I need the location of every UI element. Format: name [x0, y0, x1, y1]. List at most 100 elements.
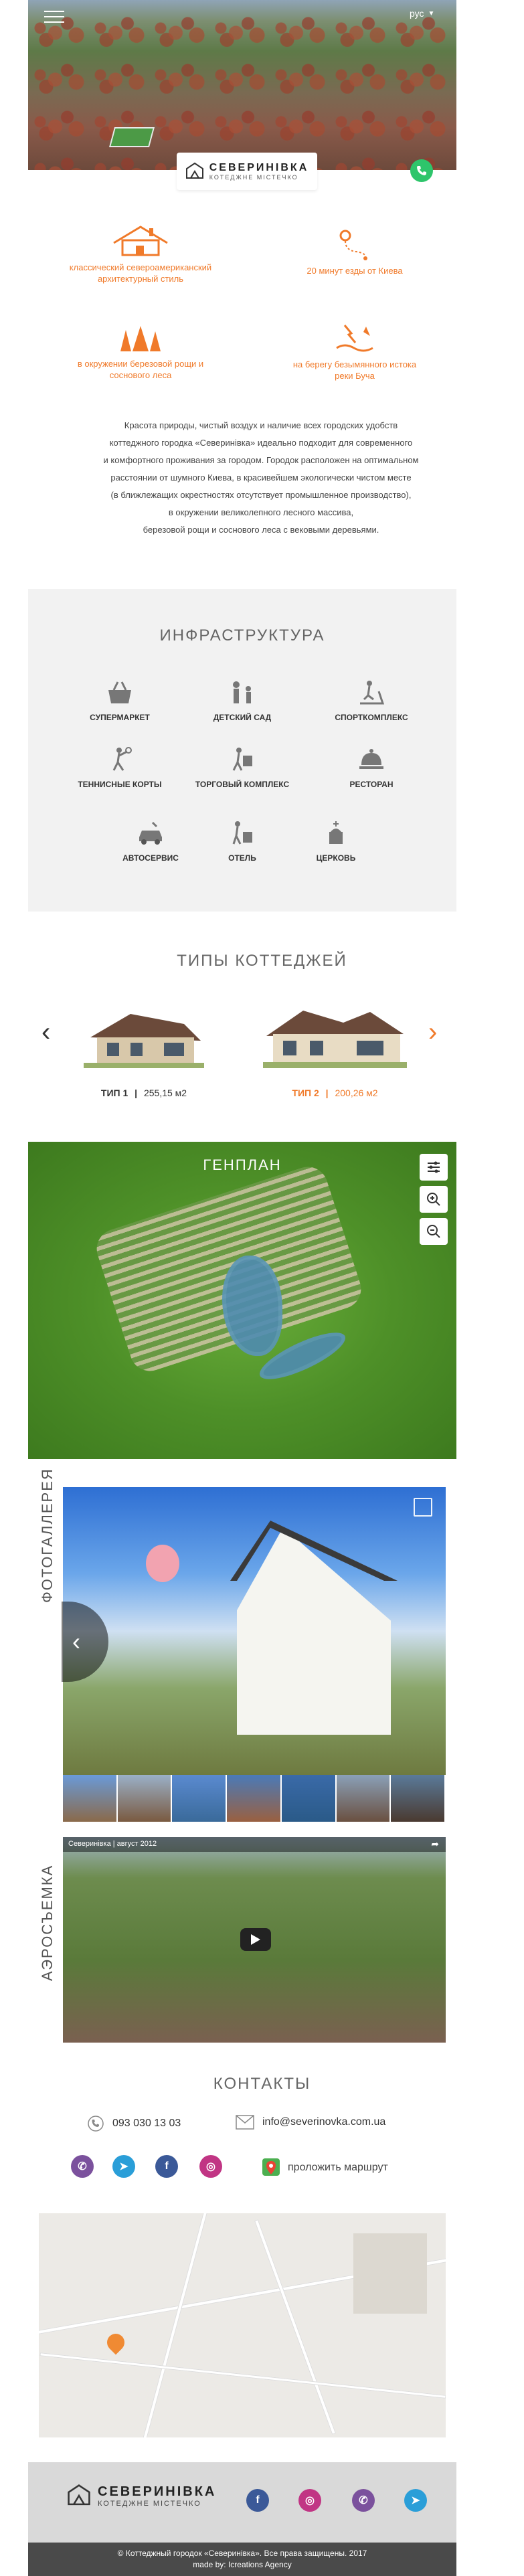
email-contact[interactable]: info@severinovka.com.ua [236, 2115, 385, 2130]
google-maps-icon [262, 2158, 280, 2176]
prev-arrow-icon[interactable]: ‹ [41, 1017, 50, 1047]
infra-item-restaurant: РЕСТОРАН [321, 746, 422, 789]
infra-item-church: ЦЕРКОВЬ [286, 820, 386, 863]
infra-label: РЕСТОРАН [349, 780, 394, 789]
kids-icon [233, 681, 251, 703]
logo-title: СЕВЕРИНІВКА [209, 162, 309, 173]
gallery-thumbnail[interactable] [117, 1775, 171, 1822]
site-logo[interactable]: СЕВЕРИНІВКА КОТЕДЖНЕ МІСТЕЧКО [177, 153, 317, 190]
route-icon [339, 230, 367, 260]
menu-icon[interactable] [44, 11, 64, 24]
car-service-icon [139, 821, 162, 845]
chevron-down-icon: ▼ [428, 9, 435, 17]
filter-button[interactable] [420, 1154, 448, 1181]
hero-sports-field [108, 127, 155, 147]
phone-number: 093 030 13 03 [112, 2118, 181, 2129]
map-road [254, 2219, 336, 2435]
map-road [39, 2352, 446, 2399]
gallery-thumbnails [63, 1775, 446, 1822]
footer-logo[interactable]: СЕВЕРИНІВКА КОТЕДЖНЕ МІСТЕЧКО [67, 2484, 216, 2508]
feature-distance: 20 минут езды от Киева [298, 228, 412, 276]
phone-icon [417, 166, 426, 175]
cottage-card-type2[interactable]: ТИП 2 | 200,26 м2 [263, 1004, 407, 1098]
sliders-icon [428, 1161, 440, 1173]
footer-bar: © Коттеджный городок «Северинівка». Все … [28, 2543, 456, 2576]
video-title: Северинівка | август 2012 [63, 1837, 446, 1852]
gallery-thumbnail[interactable] [63, 1775, 116, 1822]
gallery-thumbnail[interactable] [227, 1775, 280, 1822]
infra-item-sports: СПОРТКОМПЛЕКС [321, 679, 422, 722]
infra-label: ТЕННИСНЫЕ КОРТЫ [78, 780, 162, 789]
gallery-photo[interactable] [63, 1487, 446, 1775]
hero-village-roofs [28, 0, 456, 170]
map-road [139, 2213, 210, 2437]
made-by-text[interactable]: made by: Icreations Agency [28, 2559, 456, 2571]
map-city-area [353, 2233, 427, 2314]
feature-text: в окружении березовой рощи и соснового л… [77, 359, 204, 380]
about-line: коттеджного городка «Северинівка» идеаль… [109, 438, 413, 448]
treadmill-icon [360, 681, 385, 705]
hero-image [28, 0, 456, 170]
infra-item-kindergarten: ДЕТСКИЙ САД [192, 679, 292, 722]
gallery-thumbnail[interactable] [281, 1775, 335, 1822]
instagram-icon[interactable]: ◎ [298, 2489, 321, 2512]
instagram-icon[interactable]: ◎ [199, 2155, 222, 2178]
footer-logo-subtitle: КОТЕДЖНЕ МІСТЕЧКО [98, 2499, 201, 2508]
gallery-label: ФОТОГАЛЛЕРЕЯ [39, 1468, 56, 1603]
infrastructure-title: ИНФРАСТРУКТУРА [159, 626, 325, 645]
call-button[interactable] [410, 159, 433, 182]
genplan-map[interactable]: ГЕНПЛАН [28, 1142, 456, 1459]
mail-icon [236, 2115, 254, 2130]
gallery-thumbnail[interactable] [336, 1775, 390, 1822]
shopping-icon [232, 748, 252, 771]
share-icon[interactable]: ➦ [431, 1838, 439, 1850]
chevron-left-icon: ‹ [72, 1628, 80, 1655]
telegram-icon[interactable]: ➤ [404, 2489, 427, 2512]
language-label: рус [410, 8, 424, 19]
photo-balloon [146, 1545, 179, 1582]
infra-item-shopping: ТОРГОВЫЙ КОМПЛЕКС [192, 746, 292, 789]
language-select[interactable]: рус ▼ [410, 8, 434, 19]
telegram-icon[interactable]: ➤ [112, 2155, 135, 2178]
email-address: info@severinovka.com.ua [262, 2116, 386, 2128]
aerial-video[interactable]: Северинівка | август 2012 ➦ [63, 1837, 446, 2043]
viber-icon[interactable]: ✆ [352, 2489, 375, 2512]
aerial-label: АЭРОСЪЕМКА [39, 1864, 56, 1981]
infra-item-hotel: ОТЕЛЬ [192, 820, 292, 863]
feature-text: на берегу безымянного истока реки Буча [292, 359, 417, 381]
zoom-out-button[interactable] [420, 1218, 448, 1245]
location-map[interactable] [39, 2213, 446, 2437]
infra-label: ТОРГОВЫЙ КОМПЛЕКС [195, 780, 290, 789]
zoom-out-icon [427, 1225, 440, 1238]
gallery-thumbnail[interactable] [391, 1775, 445, 1822]
facebook-icon[interactable]: f [246, 2489, 269, 2512]
next-arrow-icon[interactable]: › [428, 1017, 437, 1047]
about-line: (в ближлежащих окрестностях отсутствует … [110, 490, 412, 500]
infra-item-tennis: ТЕННИСНЫЕ КОРТЫ [70, 746, 170, 789]
cottage-image [263, 1011, 407, 1068]
zoom-in-button[interactable] [420, 1186, 448, 1213]
infra-item-supermarket: СУПЕРМАРКЕТ [70, 679, 170, 722]
cottage-sep: | [325, 1088, 329, 1098]
about-line: березовой рощи и соснового леса с вековы… [143, 525, 379, 535]
about-line: Красота природы, чистый воздух и наличие… [124, 420, 398, 430]
facebook-icon[interactable]: f [155, 2155, 178, 2178]
viber-icon[interactable]: ✆ [71, 2155, 94, 2178]
cottage-image [84, 1014, 204, 1068]
about-line: и комфортного проживания за городом. Гор… [103, 455, 419, 465]
gallery-thumbnail[interactable] [172, 1775, 226, 1822]
route-label: проложить маршрут [288, 2162, 388, 2173]
church-icon [329, 821, 343, 844]
cottage-card-type1[interactable]: ТИП 1 | 255,15 м2 [84, 1004, 204, 1098]
zoom-in-icon [427, 1193, 440, 1206]
route-link[interactable]: проложить маршрут [262, 2158, 388, 2177]
footer-logo-title: СЕВЕРИНІВКА [98, 2484, 217, 2499]
logo-subtitle: КОТЕДЖНЕ МІСТЕЧКО [209, 174, 298, 181]
phone-contact[interactable]: 093 030 13 03 [87, 2115, 181, 2132]
house-icon [113, 226, 168, 256]
map-pin-icon[interactable] [103, 2330, 128, 2355]
fullscreen-icon[interactable] [414, 1498, 432, 1517]
about-line: в окружении великолепного лесного массив… [168, 507, 354, 517]
genplan-title: ГЕНПЛАН [203, 1156, 282, 1173]
play-button[interactable] [240, 1928, 271, 1951]
